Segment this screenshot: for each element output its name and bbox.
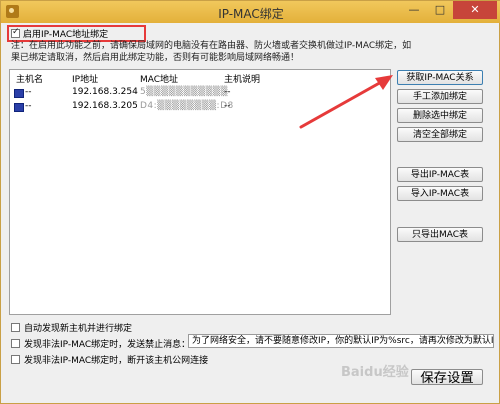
delete-selected-button[interactable]: 删除选中绑定: [397, 108, 483, 123]
ip-mac-binding-window: IP-MAC绑定 — □ ✕ 启用IP-MAC地址绑定 注：在启用此功能之前，请…: [0, 0, 500, 404]
title-bar[interactable]: IP-MAC绑定 — □ ✕: [1, 1, 500, 23]
manual-add-button[interactable]: 手工添加绑定: [397, 89, 483, 104]
disconnect-illegal-label: 发现非法IP-MAC绑定时，断开该主机公网连接: [24, 356, 209, 366]
watermark: Baidu经验: [341, 365, 409, 380]
close-button[interactable]: ✕: [453, 1, 497, 19]
row-mac: D4:▒▒▒▒▒▒▒▒:D8: [140, 101, 234, 111]
maximize-button[interactable]: □: [427, 1, 453, 19]
row-ip: 192.168.3.254: [72, 87, 138, 97]
disconnect-illegal-checkbox[interactable]: [11, 355, 20, 364]
warning-note: 注：在启用此功能之前，请确保局域网的电脑没有在路由器、防火墙或者交换机做过IP-…: [11, 41, 412, 63]
row-host: --: [25, 101, 32, 111]
row-desc: --: [224, 87, 231, 97]
enable-binding-label: 启用IP-MAC地址绑定: [23, 30, 109, 40]
clear-all-button[interactable]: 清空全部绑定: [397, 127, 483, 142]
save-settings-button[interactable]: 保存设置: [411, 369, 483, 385]
computer-icon: [14, 89, 24, 98]
column-header-mac[interactable]: MAC地址: [140, 72, 178, 85]
warn-illegal-checkbox[interactable]: [11, 339, 20, 348]
column-header-desc[interactable]: 主机说明: [224, 72, 260, 85]
auto-discover-label: 自动发现新主机并进行绑定: [24, 324, 133, 334]
export-mac-only-button[interactable]: 只导出MAC表: [397, 227, 483, 242]
row-desc: --: [224, 101, 231, 111]
disconnect-illegal-option[interactable]: 发现非法IP-MAC绑定时，断开该主机公网连接: [11, 353, 208, 366]
row-ip: 192.168.3.205: [72, 101, 138, 111]
column-header-host[interactable]: 主机名: [16, 72, 43, 85]
warning-message-input[interactable]: 为了网络安全，请不要随意修改IP，你的默认IP为%src，请再次修改为默认IP: [188, 334, 494, 348]
auto-discover-option[interactable]: 自动发现新主机并进行绑定: [11, 321, 132, 334]
auto-discover-checkbox[interactable]: [11, 323, 20, 332]
warn-illegal-label: 发现非法IP-MAC绑定时，发送禁止消息：: [24, 340, 191, 350]
row-host: --: [25, 87, 32, 97]
import-ip-mac-button[interactable]: 导入IP-MAC表: [397, 186, 483, 201]
export-ip-mac-button[interactable]: 导出IP-MAC表: [397, 167, 483, 182]
window-controls: — □ ✕: [401, 1, 497, 21]
warn-illegal-option[interactable]: 发现非法IP-MAC绑定时，发送禁止消息：: [11, 337, 190, 350]
minimize-button[interactable]: —: [401, 1, 427, 19]
computer-icon: [14, 103, 24, 112]
enable-binding-checkbox[interactable]: [11, 27, 20, 38]
get-ip-mac-button[interactable]: 获取IP-MAC关系: [397, 70, 483, 85]
column-header-ip[interactable]: IP地址: [72, 72, 98, 85]
annotation-arrow-icon: [299, 75, 393, 129]
row-mac: 5▒▒▒▒▒▒▒▒▒▒▒: [140, 87, 228, 97]
